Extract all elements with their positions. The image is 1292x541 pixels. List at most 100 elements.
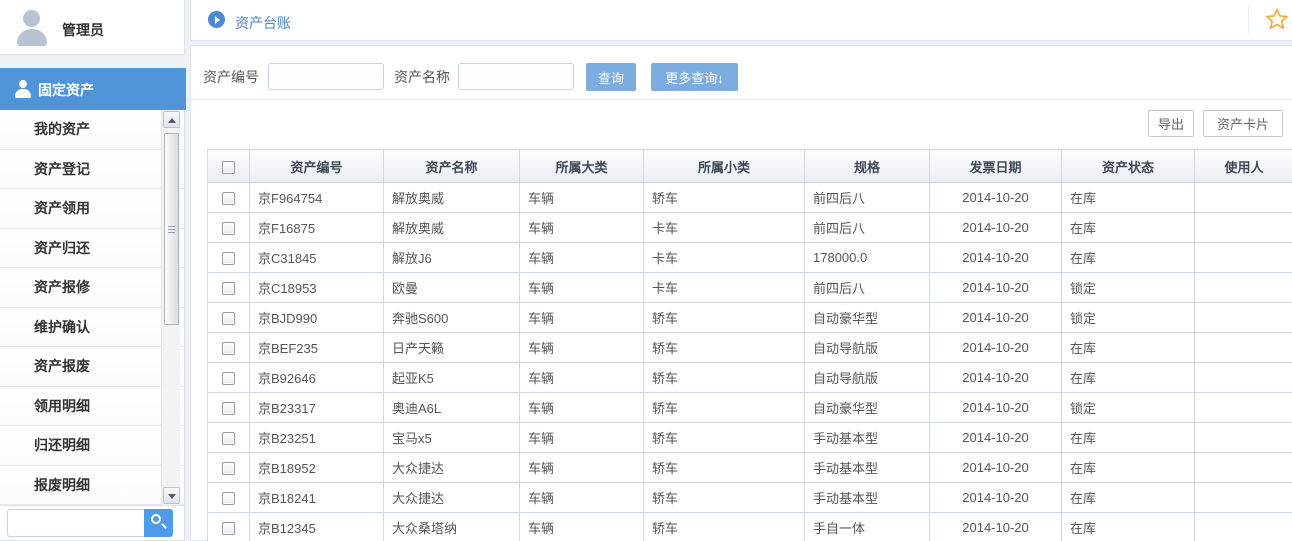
table-cell <box>1195 273 1292 303</box>
column-header: 规格 <box>805 150 930 183</box>
table-cell: 在库 <box>1062 483 1195 513</box>
row-checkbox[interactable] <box>222 282 235 295</box>
asset-table: 资产编号资产名称所属大类所属小类规格发票日期资产状态使用人 京F964754解放… <box>207 149 1292 541</box>
section-title: 固定资产 <box>38 80 94 100</box>
column-header: 使用人 <box>1195 150 1292 183</box>
table-cell: 锁定 <box>1062 303 1195 333</box>
table-cell: 自动豪华型 <box>805 393 930 423</box>
table-row: 京B23317奥迪A6L车辆轿车自动豪华型2014-10-20锁定 <box>208 393 1292 423</box>
table-cell: 轿车 <box>644 333 805 363</box>
table-cell: 2014-10-20 <box>930 333 1062 363</box>
table-cell: 京F16875 <box>250 213 384 243</box>
favorite-star-icon[interactable] <box>1265 7 1289 31</box>
table-body: 京F964754解放奥威车辆轿车前四后八2014-10-20在库京F16875解… <box>208 183 1292 541</box>
row-checkbox[interactable] <box>222 372 235 385</box>
table-cell: 车辆 <box>520 393 644 423</box>
row-checkbox[interactable] <box>222 342 235 355</box>
table-cell: 车辆 <box>520 423 644 453</box>
table-cell: 京F964754 <box>250 183 384 213</box>
table-cell: 宝马x5 <box>384 423 520 453</box>
table-cell <box>1195 483 1292 513</box>
table-cell: 轿车 <box>644 303 805 333</box>
table-row: 京BJD990奔驰S600车辆轿车自动豪华型2014-10-20锁定 <box>208 303 1292 333</box>
sidebar-search-input[interactable] <box>7 509 145 537</box>
asset-card-button[interactable]: 资产卡片 <box>1203 110 1283 137</box>
sidebar-section-fixed-assets[interactable]: 固定资产 <box>0 68 186 110</box>
sidebar-item[interactable]: 资产归还 <box>0 229 184 269</box>
row-checkbox[interactable] <box>222 312 235 325</box>
table-cell <box>1195 423 1292 453</box>
query-button[interactable]: 查询 <box>586 63 636 91</box>
export-button[interactable]: 导出 <box>1148 110 1194 137</box>
sidebar-menu: 我的资产资产登记资产领用资产归还资产报修维护确认资产报废领用明细归还明细报废明细 <box>0 110 185 505</box>
user-avatar-icon <box>12 8 52 48</box>
table-cell: 京BEF235 <box>250 333 384 363</box>
table-cell: 日产天籁 <box>384 333 520 363</box>
table-cell: 前四后八 <box>805 273 930 303</box>
table-cell: 2014-10-20 <box>930 243 1062 273</box>
table-cell: 卡车 <box>644 243 805 273</box>
table-cell: 自动导航版 <box>805 333 930 363</box>
row-checkbox[interactable] <box>222 222 235 235</box>
table-cell: 2014-10-20 <box>930 393 1062 423</box>
row-checkbox[interactable] <box>222 192 235 205</box>
table-cell: 大众桑塔纳 <box>384 513 520 541</box>
scroll-up-icon[interactable] <box>163 111 180 128</box>
table-cell: 车辆 <box>520 183 644 213</box>
sidebar-item[interactable]: 报废明细 <box>0 466 184 506</box>
table-cell: 京B23317 <box>250 393 384 423</box>
person-icon <box>14 80 32 98</box>
more-query-button[interactable]: 更多查询↓ <box>651 63 738 91</box>
select-all-checkbox[interactable] <box>222 161 235 174</box>
table-cell: 在库 <box>1062 333 1195 363</box>
row-checkbox[interactable] <box>222 492 235 505</box>
table-cell: 在库 <box>1062 423 1195 453</box>
table-cell: 京BJD990 <box>250 303 384 333</box>
row-checkbox[interactable] <box>222 522 235 535</box>
asset-name-input[interactable] <box>458 63 574 90</box>
sidebar-item[interactable]: 维护确认 <box>0 308 184 348</box>
sidebar-item[interactable]: 领用明细 <box>0 387 184 427</box>
magnifier-icon <box>151 514 161 524</box>
table-cell: 卡车 <box>644 213 805 243</box>
table-cell: 京B12345 <box>250 513 384 541</box>
table-cell: 自动豪华型 <box>805 303 930 333</box>
scrollbar-thumb[interactable] <box>164 133 179 325</box>
sidebar-item[interactable]: 资产领用 <box>0 189 184 229</box>
filter-separator <box>191 99 1292 100</box>
table-row: 京BEF235日产天籁车辆轿车自动导航版2014-10-20在库 <box>208 333 1292 363</box>
sidebar-item[interactable]: 资产报修 <box>0 268 184 308</box>
table-cell: 2014-10-20 <box>930 483 1062 513</box>
row-checkbox[interactable] <box>222 432 235 445</box>
table-cell: 2014-10-20 <box>930 273 1062 303</box>
scroll-down-icon[interactable] <box>163 487 180 504</box>
row-checkbox[interactable] <box>222 402 235 415</box>
table-cell: 手动基本型 <box>805 453 930 483</box>
table-cell: 2014-10-20 <box>930 303 1062 333</box>
table-cell <box>1195 333 1292 363</box>
table-cell: 欧曼 <box>384 273 520 303</box>
sidebar-search-button[interactable] <box>144 509 173 537</box>
table-cell: 2014-10-20 <box>930 183 1062 213</box>
sidebar-item[interactable]: 资产报废 <box>0 347 184 387</box>
user-box: 管理员 <box>0 0 185 55</box>
sidebar-scrollbar[interactable] <box>161 110 180 505</box>
row-checkbox-cell <box>208 513 250 541</box>
table-cell: 自动导航版 <box>805 363 930 393</box>
row-checkbox[interactable] <box>222 252 235 265</box>
table-cell: 车辆 <box>520 213 644 243</box>
column-header: 资产状态 <box>1062 150 1195 183</box>
table-cell: 车辆 <box>520 273 644 303</box>
column-header: 所属小类 <box>644 150 805 183</box>
sidebar-item[interactable]: 资产登记 <box>0 150 184 190</box>
row-checkbox-cell <box>208 213 250 243</box>
row-checkbox[interactable] <box>222 462 235 475</box>
asset-no-input[interactable] <box>268 63 384 90</box>
sidebar-item[interactable]: 归还明细 <box>0 426 184 466</box>
title-bullet-icon <box>208 11 225 28</box>
table-cell: 起亚K5 <box>384 363 520 393</box>
sidebar-item[interactable]: 我的资产 <box>0 110 184 150</box>
table-row: 京C18953欧曼车辆卡车前四后八2014-10-20锁定 <box>208 273 1292 303</box>
table-row: 京B18241大众捷达车辆轿车手动基本型2014-10-20在库 <box>208 483 1292 513</box>
table-cell: 轿车 <box>644 483 805 513</box>
